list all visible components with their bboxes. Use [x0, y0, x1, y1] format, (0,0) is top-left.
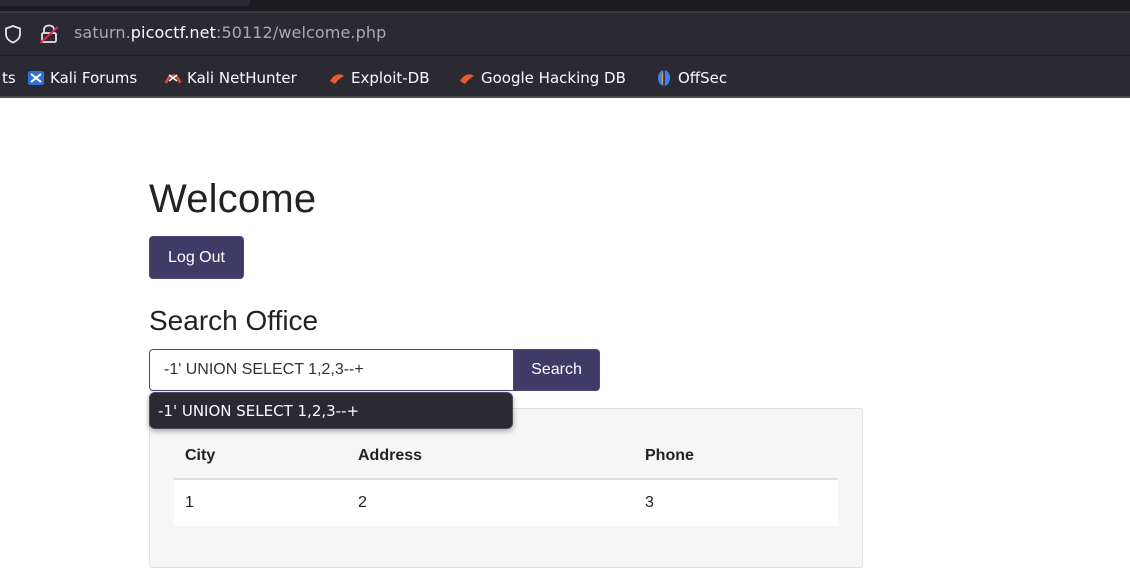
bookmarks-toolbar: ts Kali Forums Kali NetHunter Exploit-DB…	[0, 55, 1130, 97]
search-button[interactable]: Search	[513, 349, 600, 391]
search-input[interactable]	[149, 349, 514, 391]
bookmark-exploit-db[interactable]: Exploit-DB	[328, 68, 430, 88]
bookmark-truncated[interactable]: ts	[2, 68, 16, 88]
browser-tab-strip	[0, 0, 1130, 13]
table-cell-city: 1	[174, 479, 347, 526]
bookmark-label: Kali Forums	[50, 69, 138, 87]
active-tab-edge[interactable]	[0, 0, 250, 6]
column-header-address: Address	[347, 434, 634, 480]
autocomplete-suggestion[interactable]: -1' UNION SELECT 1,2,3--+	[149, 392, 513, 429]
bookmark-label: Kali NetHunter	[187, 69, 297, 87]
logout-button[interactable]: Log Out	[149, 236, 244, 279]
page-title: Welcome	[149, 177, 317, 221]
kali-forums-icon	[28, 71, 44, 85]
url-path: :50112/welcome.php	[215, 23, 387, 42]
column-header-phone: Phone	[634, 434, 838, 480]
offsec-icon	[658, 70, 670, 86]
bookmark-label: Google Hacking DB	[481, 69, 626, 87]
address-bar[interactable]: saturn.picoctf.net:50112/welcome.php	[0, 13, 1130, 55]
column-header-city: City	[174, 434, 347, 480]
bookmark-label: ts	[2, 69, 16, 87]
url-prefix: saturn.	[74, 23, 131, 42]
url-host: picoctf.net	[130, 23, 216, 42]
google-hacking-db-icon	[460, 74, 474, 84]
bookmark-label: Exploit-DB	[351, 69, 430, 87]
insecure-lock-icon[interactable]	[38, 23, 60, 45]
bookmark-label: OffSec	[678, 69, 728, 87]
bookmark-kali-nethunter[interactable]: Kali NetHunter	[164, 68, 297, 88]
search-office-heading: Search Office	[149, 305, 319, 336]
kali-nethunter-icon	[164, 74, 182, 84]
exploit-db-icon	[330, 74, 344, 84]
table-cell-address: 2	[347, 479, 634, 526]
table-row: 1 2 3	[174, 479, 838, 526]
toolbar-divider	[0, 96, 1130, 98]
url-text[interactable]: saturn.picoctf.net:50112/welcome.php	[74, 23, 386, 42]
table-cell-phone: 3	[634, 479, 838, 526]
results-table: City Address Phone 1 2 3	[174, 434, 838, 526]
bookmark-google-hacking-db[interactable]: Google Hacking DB	[458, 68, 626, 88]
bookmark-offsec[interactable]: OffSec	[655, 68, 727, 88]
tracking-protection-shield-icon[interactable]	[4, 24, 22, 44]
bookmark-kali-forums[interactable]: Kali Forums	[27, 68, 137, 88]
table-header-row: City Address Phone	[174, 434, 838, 480]
